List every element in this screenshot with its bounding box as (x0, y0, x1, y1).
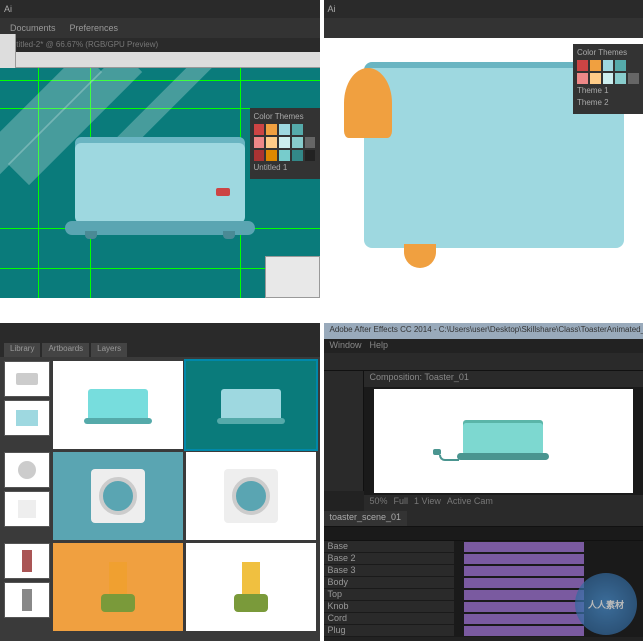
asset-cell-toaster[interactable] (53, 361, 183, 449)
zoom-control[interactable]: 50% (370, 496, 388, 510)
viewer-controls: 50% Full 1 View Active Cam (364, 495, 643, 511)
panel-title: Color Themes (577, 48, 639, 57)
asset-cell-toaster-selected[interactable] (186, 361, 316, 449)
document-tab[interactable]: Untitled-2* @ 66.67% (RGB/GPU Preview) (0, 38, 320, 52)
app-logo: Ai (328, 4, 336, 14)
mini-thumb[interactable] (4, 582, 50, 618)
layer-name: Base 3 (328, 565, 356, 575)
project-panel[interactable] (324, 371, 364, 491)
layer-clip[interactable] (464, 566, 584, 576)
tool-bar[interactable] (324, 353, 643, 371)
layer-name: Plug (328, 625, 346, 635)
layer-name: Body (328, 577, 349, 587)
illustrator-panel-1: Ai Documents Preferences Untitled-2* @ 6… (0, 0, 320, 319)
asset-browser-panel: Library Artboards Layers (0, 323, 320, 641)
layer-clip[interactable] (464, 614, 584, 624)
video-thumbnail[interactable] (265, 256, 320, 298)
comp-tab-label: Composition: Toaster_01 (370, 372, 469, 382)
app-logo: Ai (4, 4, 12, 14)
layer-name: Base (328, 541, 349, 551)
menu-bar: Window Help (324, 339, 643, 353)
thumbnail-strip (4, 543, 50, 631)
asset-grid (0, 357, 320, 617)
mini-thumb[interactable] (4, 543, 50, 579)
couch-leg (404, 244, 436, 268)
canvas[interactable]: Color Themes Theme 1 Theme 2 (324, 38, 643, 288)
viewer[interactable] (374, 389, 634, 493)
resolution-control[interactable]: Full (394, 496, 409, 510)
illustrator-panel-2: Ai Color Themes Theme 1 Theme 2 (324, 0, 643, 319)
menu-documents[interactable]: Documents (6, 22, 60, 34)
asset-cell-washer[interactable] (53, 452, 183, 540)
layer-row[interactable]: Base 2 (324, 553, 643, 565)
couch-arm (344, 68, 392, 138)
time-ruler[interactable] (324, 527, 643, 541)
toaster-base (65, 221, 255, 235)
toaster-body (75, 143, 245, 223)
view-layout[interactable]: 1 View (414, 496, 441, 510)
swatch-row[interactable] (254, 137, 316, 148)
layer-clip[interactable] (464, 542, 584, 552)
canvas[interactable]: Color Themes Untitled 1 (0, 68, 320, 298)
layer-name: Cord (328, 613, 348, 623)
menu-window[interactable]: Window (330, 340, 362, 352)
guide-line[interactable] (0, 80, 320, 81)
toaster-knob (216, 188, 230, 196)
composition-panel: Composition: Toaster_01 50% Full 1 View … (364, 371, 643, 511)
timeline-tab-bar: toaster_scene_01 (324, 511, 643, 527)
toaster-foot (223, 231, 235, 239)
app-bar: Ai (324, 0, 643, 18)
watermark-logo: 人人素材 (575, 573, 637, 635)
color-themes-panel[interactable]: Color Themes Theme 1 Theme 2 (573, 44, 643, 114)
layer-clip[interactable] (464, 602, 584, 612)
swatch-label: Theme 2 (577, 98, 639, 107)
mini-thumb[interactable] (4, 400, 50, 436)
tab-bar: Library Artboards Layers (0, 341, 320, 357)
ruler-horizontal[interactable] (0, 52, 320, 68)
layer-clip[interactable] (464, 554, 584, 564)
tab-artboards[interactable]: Artboards (42, 343, 89, 357)
toaster-foot (85, 231, 97, 239)
layer-row[interactable]: Base (324, 541, 643, 553)
layer-clip[interactable] (464, 590, 584, 600)
color-themes-panel[interactable]: Color Themes Untitled 1 (250, 108, 320, 179)
swatch-row[interactable] (254, 150, 316, 161)
swatch-row[interactable] (577, 60, 639, 71)
asset-cell-vacuum[interactable] (186, 543, 316, 631)
camera-control[interactable]: Active Cam (447, 496, 493, 510)
timeline-tab[interactable]: toaster_scene_01 (324, 511, 408, 526)
layer-clip[interactable] (464, 626, 584, 636)
mini-thumb[interactable] (4, 452, 50, 488)
layer-clip[interactable] (464, 578, 584, 588)
app-bar (0, 323, 320, 341)
layer-name: Top (328, 589, 343, 599)
comp-tab[interactable]: Composition: Toaster_01 (364, 371, 643, 387)
swatch-row[interactable] (254, 124, 316, 135)
watermark-text: 人人素材 (588, 598, 624, 611)
layer-name: Knob (328, 601, 349, 611)
window-title: Adobe After Effects CC 2014 - C:\Users\u… (324, 323, 643, 339)
layer-name: Base 2 (328, 553, 356, 563)
toaster-artwork[interactable] (60, 123, 260, 243)
tab-library[interactable]: Library (4, 343, 40, 357)
thumbnail-strip (4, 361, 50, 449)
mini-thumb[interactable] (4, 361, 50, 397)
menu-help[interactable]: Help (370, 340, 389, 352)
after-effects-panel: Adobe After Effects CC 2014 - C:\Users\u… (324, 323, 643, 641)
toolbar[interactable]: Documents Preferences (0, 18, 320, 38)
swatch-row[interactable] (577, 73, 639, 84)
swatch-label: Untitled 1 (254, 163, 316, 172)
menu-preferences[interactable]: Preferences (66, 22, 123, 34)
tab-layers[interactable]: Layers (91, 343, 127, 357)
mini-thumb[interactable] (4, 491, 50, 527)
thumbnail-strip (4, 452, 50, 540)
toolbar[interactable] (324, 18, 643, 38)
asset-cell-vacuum[interactable] (53, 543, 183, 631)
panel-title: Color Themes (254, 112, 316, 121)
app-bar: Ai (0, 0, 320, 18)
asset-cell-washer[interactable] (186, 452, 316, 540)
toaster-render (453, 419, 553, 463)
swatch-label: Theme 1 (577, 86, 639, 95)
